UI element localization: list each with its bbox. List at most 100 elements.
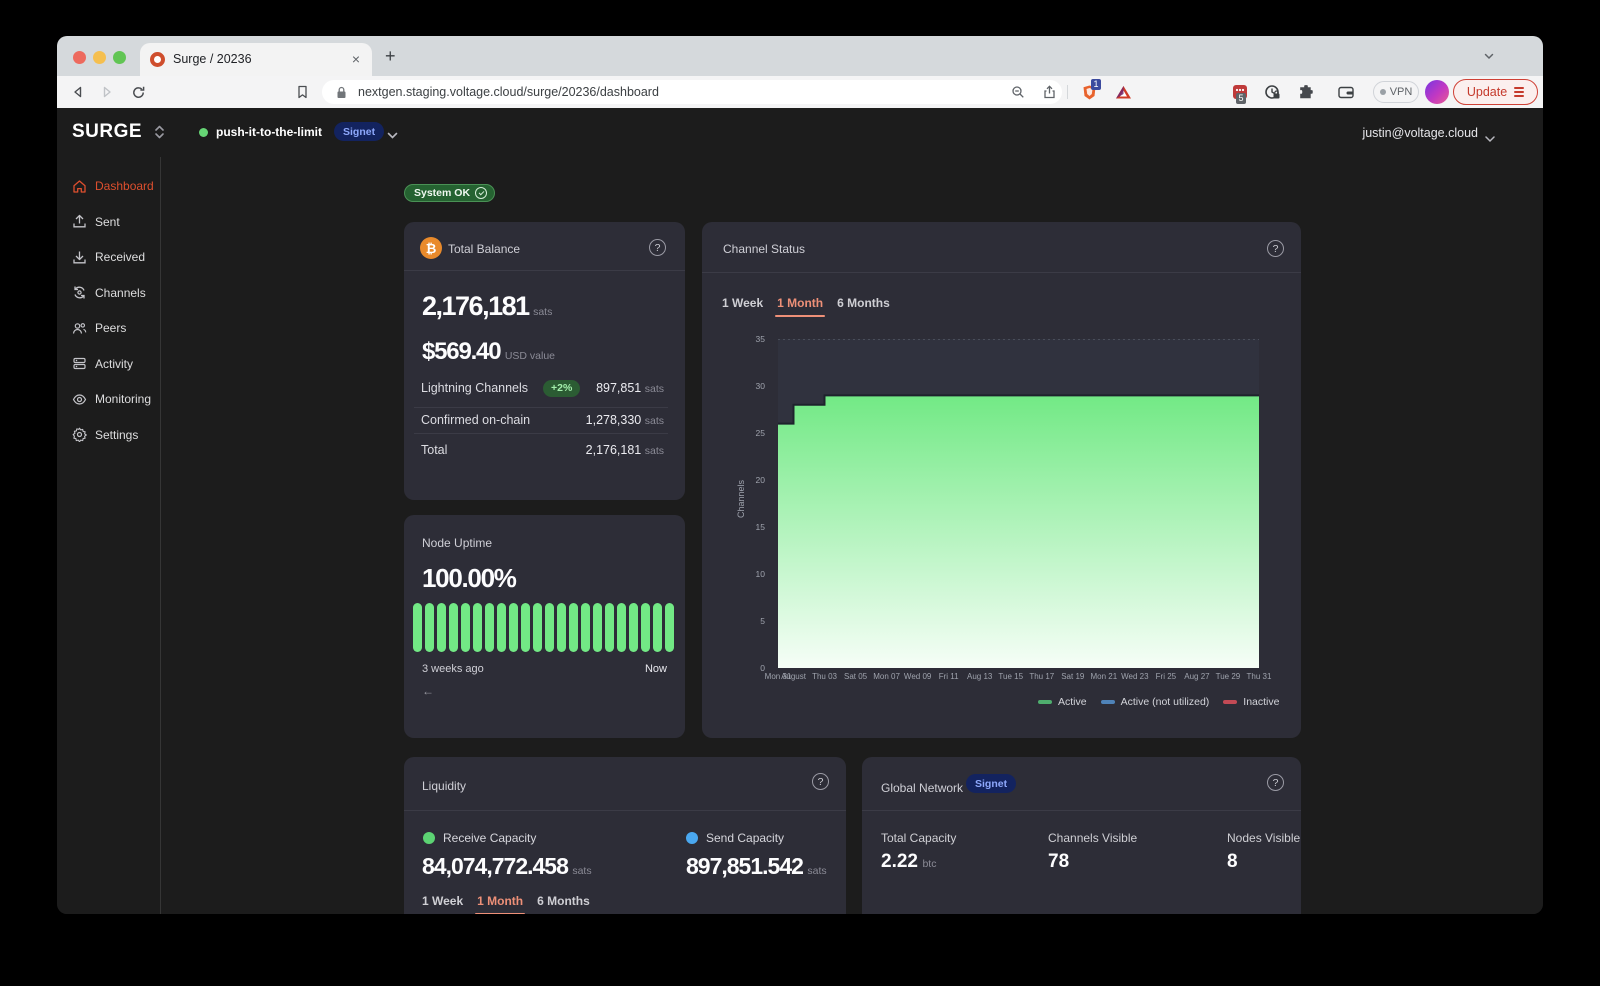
y-tick-label: 5: [735, 616, 765, 626]
usd-unit: USD value: [505, 350, 555, 362]
balance-row-label: Lightning Channels: [421, 381, 528, 395]
sidebar-item-sent[interactable]: Sent: [72, 209, 160, 235]
account-chevron-icon[interactable]: [1485, 130, 1495, 148]
bookmark-icon[interactable]: [293, 76, 311, 108]
bat-icon[interactable]: [1113, 76, 1133, 108]
vpn-label: VPN: [1390, 86, 1413, 98]
chart-legend: Active Active (not utilized) Inactive: [1038, 696, 1279, 708]
node-selector[interactable]: push-it-to-the-limit: [216, 125, 322, 139]
x-month-annotation: August: [768, 672, 820, 681]
peers-icon: [72, 321, 87, 336]
surge-logo: SURGE: [72, 121, 142, 143]
workspace-switcher-icon[interactable]: [154, 124, 165, 145]
lock-icon[interactable]: [334, 80, 348, 104]
sidebar-item-settings[interactable]: Settings: [72, 422, 160, 448]
zoom-out-icon[interactable]: [1009, 80, 1027, 104]
sidebar-item-received[interactable]: Received: [72, 244, 160, 270]
legend-item-active-not-utilized-[interactable]: Active (not utilized): [1101, 696, 1210, 708]
usd-amount: $569.40: [422, 338, 500, 365]
address-bar[interactable]: nextgen.staging.voltage.cloud/surge/2023…: [322, 80, 1062, 104]
uptime-back-arrow[interactable]: ←: [422, 684, 434, 698]
y-tick-label: 15: [735, 522, 765, 532]
network-badge: Signet: [334, 122, 384, 141]
surge-favicon: [150, 52, 165, 67]
node-uptime-card: Node Uptime 100.00% 3 weeks ago Now ←: [404, 515, 685, 738]
vpn-dot: [1380, 89, 1386, 95]
stat-label: Channels Visible: [1048, 831, 1137, 845]
legend-item-active[interactable]: Active: [1038, 696, 1087, 708]
sidebar-item-label: Dashboard: [95, 179, 154, 193]
receive-capacity-value: 84,074,772.458: [422, 853, 568, 879]
legend-item-inactive[interactable]: Inactive: [1223, 696, 1279, 708]
browser-window: Surge / 20236 × + nextgen.staging.voltag…: [57, 36, 1543, 914]
sidebar-item-label: Received: [95, 250, 145, 264]
home-icon: [72, 179, 87, 194]
traffic-light-minimize[interactable]: [93, 51, 106, 64]
sidebar-item-label: Monitoring: [95, 392, 151, 406]
sidebar-item-label: Activity: [95, 357, 133, 371]
node-chevron-icon[interactable]: [387, 127, 398, 145]
sidebar-item-channels[interactable]: Channels: [72, 280, 160, 306]
channel-status-tab-6-months[interactable]: 6 Months: [837, 296, 890, 317]
liquidity-tab-1-month[interactable]: 1 Month: [477, 894, 523, 914]
liquidity-card: Liquidity ? Receive Capacity 84,074,772.…: [404, 757, 846, 914]
surge-app: SURGE push-it-to-the-limit Signet justin…: [57, 108, 1543, 914]
forward-button[interactable]: [98, 76, 116, 108]
stat-label: Total Capacity: [881, 831, 956, 845]
profile-avatar[interactable]: [1425, 80, 1449, 104]
balance-row-label: Total: [421, 443, 447, 457]
sidebar-item-peers[interactable]: Peers: [72, 315, 160, 341]
balance-unit: sats: [533, 306, 552, 318]
sidebar-item-activity[interactable]: Activity: [72, 351, 160, 377]
channel-status-chart: [778, 339, 1259, 668]
share-icon[interactable]: [1040, 80, 1058, 104]
sent-icon: [72, 214, 87, 229]
reload-button[interactable]: [129, 76, 147, 108]
total-balance-help-icon[interactable]: ?: [649, 239, 666, 256]
balance-row-value: 897,851 sats: [596, 381, 664, 395]
tab-search-chevron-icon[interactable]: [1483, 49, 1495, 67]
extension-badge: 5: [1236, 93, 1246, 104]
new-tab-button[interactable]: +: [385, 46, 396, 67]
shield-badge: 1: [1091, 79, 1101, 90]
tab-close-icon[interactable]: ×: [352, 51, 360, 67]
check-circle-icon: [475, 187, 487, 199]
sidebar-item-label: Peers: [95, 321, 126, 335]
total-balance-card: ₿ Total Balance ? 2,176,181 sats $569.40…: [404, 222, 685, 500]
traffic-light-maximize[interactable]: [113, 51, 126, 64]
send-capacity-label-row: Send Capacity: [686, 831, 784, 845]
sidebar-item-label: Channels: [95, 286, 146, 300]
extension-privacy-icon[interactable]: [1262, 76, 1282, 108]
account-menu[interactable]: justin@voltage.cloud: [1362, 126, 1478, 140]
brave-shield-icon[interactable]: 1: [1079, 76, 1099, 108]
main-content: System OK ₿ Total Balance ? 2,176,181 sa…: [161, 157, 1543, 914]
network-stat-channels-visible: Channels Visible78: [1048, 831, 1137, 873]
balance-row-label: Confirmed on-chain: [421, 413, 530, 427]
channel-status-tab-1-month[interactable]: 1 Month: [777, 296, 823, 317]
uptime-value: 100.00%: [422, 563, 516, 594]
sidebar-item-dashboard[interactable]: Dashboard: [72, 173, 160, 199]
vpn-button[interactable]: VPN: [1373, 81, 1419, 103]
uptime-bars: [413, 603, 674, 652]
liquidity-tab-1-week[interactable]: 1 Week: [422, 894, 463, 914]
balance-row: Confirmed on-chain1,278,330 sats: [421, 411, 664, 429]
back-button[interactable]: [69, 76, 87, 108]
y-tick-label: 10: [735, 569, 765, 579]
network-stat-nodes-visible: Nodes Visible8: [1227, 831, 1300, 873]
channel-status-help-icon[interactable]: ?: [1267, 240, 1284, 257]
channel-status-tab-1-week[interactable]: 1 Week: [722, 296, 763, 317]
wallet-icon[interactable]: [1336, 76, 1356, 108]
extensions-puzzle-icon[interactable]: [1296, 76, 1316, 108]
update-button[interactable]: Update: [1453, 79, 1538, 105]
sidebar-item-monitoring[interactable]: Monitoring: [72, 386, 160, 412]
liquidity-tab-6-months[interactable]: 6 Months: [537, 894, 590, 914]
send-capacity-unit: sats: [807, 865, 826, 877]
traffic-light-close[interactable]: [73, 51, 86, 64]
liquidity-help-icon[interactable]: ?: [812, 773, 829, 790]
browser-tab[interactable]: Surge / 20236 ×: [140, 43, 372, 76]
global-network-help-icon[interactable]: ?: [1267, 774, 1284, 791]
browser-toolbar: nextgen.staging.voltage.cloud/surge/2023…: [57, 76, 1543, 108]
sidebar-item-label: Sent: [95, 215, 120, 229]
channel-status-title: Channel Status: [723, 242, 805, 256]
extension-meet-icon[interactable]: 5: [1230, 76, 1250, 108]
